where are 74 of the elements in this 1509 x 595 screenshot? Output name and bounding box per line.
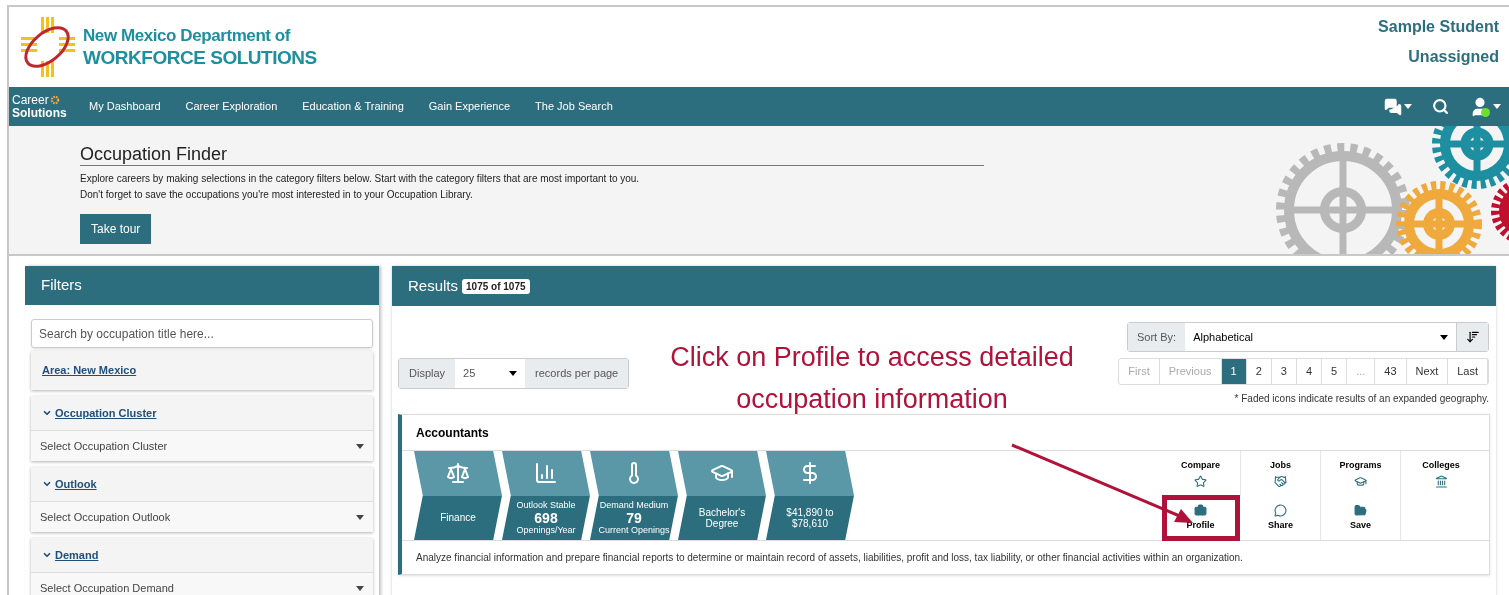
chevron-down-icon [42, 479, 52, 489]
career-solutions-logo[interactable]: Career Solutions [9, 93, 77, 120]
handshake-icon [1274, 474, 1287, 488]
caret-icon [1404, 104, 1412, 109]
area-link[interactable]: Area: New Mexico [42, 362, 137, 379]
pagination-link[interactable]: 1 [1221, 359, 1247, 384]
pagination-link[interactable]: 4 [1296, 359, 1323, 384]
tile-value: 79 [626, 510, 642, 525]
filter-section-link[interactable]: Demand [55, 546, 99, 564]
occupation-action-link[interactable]: Programs [1321, 451, 1401, 496]
pagination-link[interactable]: 3 [1271, 359, 1297, 384]
occupation-action-link[interactable]: Profile [1165, 497, 1237, 538]
pagination-link[interactable]: Last [1448, 359, 1488, 384]
department-name: New Mexico Department of [83, 24, 292, 46]
chat-bubbles-icon [1384, 97, 1402, 116]
occupation-action-link[interactable]: Colleges [1401, 451, 1481, 496]
occupation-action-link[interactable]: Compare [1161, 451, 1241, 496]
tile-label: Bachelor's Degree [697, 506, 747, 529]
pagination-link[interactable]: 5 [1322, 359, 1348, 384]
sun-symbol-logo [19, 15, 75, 79]
search-field[interactable]: Search by occupation title here... [31, 319, 373, 348]
tile-label: Outlook Stable [516, 499, 576, 511]
occupation-action-link[interactable]: Jobs [1241, 451, 1321, 496]
chat-menu-button[interactable] [1384, 97, 1412, 116]
results-title: Results [408, 275, 459, 296]
user-status: Unassigned [1408, 47, 1499, 67]
annotation-text: Click on Profile to access detailed occupation information [669, 341, 1075, 416]
nav-link[interactable]: Gain Experience [428, 98, 511, 115]
graduation-cap-icon [1354, 474, 1367, 488]
intro-text: Don't forget to save the occupations you're most interested in to your Occupation Library. [80, 188, 474, 202]
scales-icon [446, 461, 470, 486]
panel-header: Filters [25, 266, 379, 305]
occupation-action-link[interactable]: Share [1241, 495, 1321, 540]
speech-bubble-icon [1274, 503, 1287, 517]
nav-link[interactable]: Education & Training [302, 98, 404, 115]
pagination-link[interactable]: Next [1406, 359, 1449, 384]
tile-label: Openings/Year [516, 524, 576, 536]
nav-link[interactable]: My Dashboard [89, 98, 161, 115]
chevron-down-icon [42, 408, 52, 418]
tile-label: Finance [440, 512, 476, 524]
star-icon [1194, 474, 1207, 488]
tile-label: Demand Medium [599, 499, 669, 511]
search-icon[interactable] [1432, 98, 1449, 115]
caret-icon [356, 585, 364, 591]
bar-chart-icon [534, 461, 558, 486]
tile-label: Current Openings [598, 524, 670, 536]
filter-section-link[interactable]: Outlook [55, 475, 97, 493]
caret-icon [356, 514, 364, 520]
nav-link[interactable]: Career Exploration [185, 98, 278, 115]
filter-section-link[interactable]: Occupation Cluster [55, 404, 157, 422]
tile-value: 698 [534, 510, 558, 525]
page-title: Occupation Finder [80, 143, 984, 166]
select-field[interactable]: Select Occupation Outlook [31, 502, 373, 532]
bank-icon [1434, 474, 1448, 488]
caret-icon [356, 443, 364, 449]
select-field[interactable]: Select Occupation Cluster [31, 431, 373, 461]
gear-icon [49, 95, 60, 105]
chevron-down-icon [42, 550, 52, 560]
faded-icons-note: * Faded icons indicate results of an expanded geography. [1234, 392, 1489, 406]
results-count-badge: 1075 of 1075 [462, 278, 530, 294]
intro-text: Explore careers by making selections in the category filters below. Start with the category filters that are most important to you. [80, 172, 641, 186]
briefcase-icon [1194, 503, 1207, 517]
caret-icon [1493, 104, 1501, 109]
select-field[interactable]: Select Occupation Demand [31, 573, 373, 595]
nav-link[interactable]: The Job Search [535, 98, 613, 115]
folder-icon [1354, 503, 1367, 517]
occupation-action-link[interactable]: Save [1321, 495, 1401, 540]
user-name: Sample Student [1378, 17, 1499, 37]
take-tour-button[interactable]: Take tour [80, 214, 152, 244]
department-name: WORKFORCE SOLUTIONS [83, 45, 317, 70]
pagination-link[interactable]: 2 [1246, 359, 1272, 384]
tile-label: $41,890 to $78,610 [785, 506, 835, 529]
pagination-link[interactable]: 43 [1375, 359, 1407, 384]
occupation-description: Analyze financial information and prepare financial reports to determine or maintain record of assets, liabilities, profit and loss, tax liability, or other financial activities within an organization. [415, 551, 1244, 565]
